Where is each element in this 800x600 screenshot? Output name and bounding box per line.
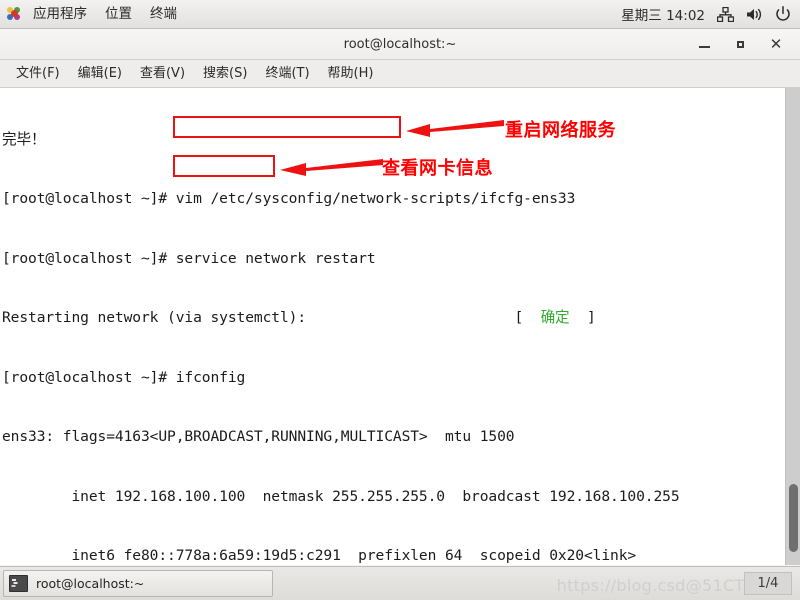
panel-menu-terminal[interactable]: 终端: [141, 1, 186, 28]
taskbar-window-label: root@localhost:~: [36, 576, 145, 591]
menu-search[interactable]: 搜索(S): [194, 61, 256, 87]
taskbar-window-button[interactable]: root@localhost:~: [3, 570, 273, 597]
menu-terminal[interactable]: 终端(T): [256, 61, 318, 87]
menu-view[interactable]: 查看(V): [131, 61, 194, 87]
window-title: root@localhost:~: [343, 36, 457, 52]
status-bracket-open: [: [514, 309, 524, 327]
scrollbar-thumb[interactable]: [789, 484, 798, 552]
terminal-line-status: Restarting network (via systemctl): [ 确定…: [2, 308, 783, 328]
terminal-line: [root@localhost ~]# service network rest…: [2, 249, 376, 267]
panel-status-area: 星期三 14:02: [621, 4, 800, 24]
terminal-icon: [9, 575, 28, 592]
menubar: 文件(F) 编辑(E) 查看(V) 搜索(S) 终端(T) 帮助(H): [0, 60, 800, 88]
window-controls: ✕: [697, 37, 800, 52]
gnome-top-panel: 应用程序 位置 终端 星期三 14:02: [0, 0, 800, 29]
status-bracket-close: ]: [586, 309, 596, 327]
panel-menu-applications[interactable]: 应用程序: [24, 1, 96, 28]
terminal-line: 完毕！: [2, 130, 46, 148]
menu-file[interactable]: 文件(F): [7, 61, 69, 87]
menu-help[interactable]: 帮助(H): [319, 61, 383, 87]
menu-edit[interactable]: 编辑(E): [69, 61, 131, 87]
close-icon[interactable]: ✕: [769, 37, 783, 52]
annotation-label-ifconfig: 查看网卡信息: [382, 158, 493, 179]
maximize-icon[interactable]: [733, 37, 747, 51]
status-prefix: Restarting network (via systemctl):: [2, 309, 307, 327]
terminal-line: inet6 fe80::778a:6a59:19d5:c291 prefixle…: [2, 547, 637, 565]
bottom-taskbar: root@localhost:~ https://blog.csd@51CTO博…: [0, 566, 800, 600]
terminal-line: [root@localhost ~]# vim /etc/sysconfig/n…: [2, 190, 576, 208]
applications-icon[interactable]: [7, 6, 22, 22]
workspace-switcher[interactable]: 1/4: [744, 572, 792, 595]
status-ok-label: 确定: [540, 309, 570, 327]
annotation-arrow-ifconfig: [280, 159, 383, 176]
terminal-body[interactable]: 完毕！ [root@localhost ~]# vim /etc/sysconf…: [0, 88, 800, 565]
terminal-line: inet 192.168.100.100 netmask 255.255.255…: [2, 487, 680, 505]
terminal-scrollbar[interactable]: [785, 88, 800, 565]
volume-icon[interactable]: [746, 7, 763, 22]
power-icon[interactable]: [775, 6, 791, 22]
network-icon[interactable]: [717, 6, 734, 22]
terminal-line: [root@localhost ~]# ifconfig: [2, 368, 246, 386]
terminal-line: ens33: flags=4163<UP,BROADCAST,RUNNING,M…: [2, 428, 515, 446]
panel-menu-places[interactable]: 位置: [96, 1, 141, 28]
panel-clock[interactable]: 星期三 14:02: [621, 4, 705, 24]
window-titlebar[interactable]: root@localhost:~ ✕: [0, 29, 800, 60]
minimize-icon[interactable]: [697, 37, 711, 51]
annotation-arrow-restart: [406, 120, 504, 137]
terminal-window: root@localhost:~ ✕ 文件(F) 编辑(E) 查看(V) 搜索(…: [0, 29, 800, 566]
annotation-label-restart: 重启网络服务: [505, 120, 616, 141]
workspace-label: 1/4: [757, 576, 779, 591]
